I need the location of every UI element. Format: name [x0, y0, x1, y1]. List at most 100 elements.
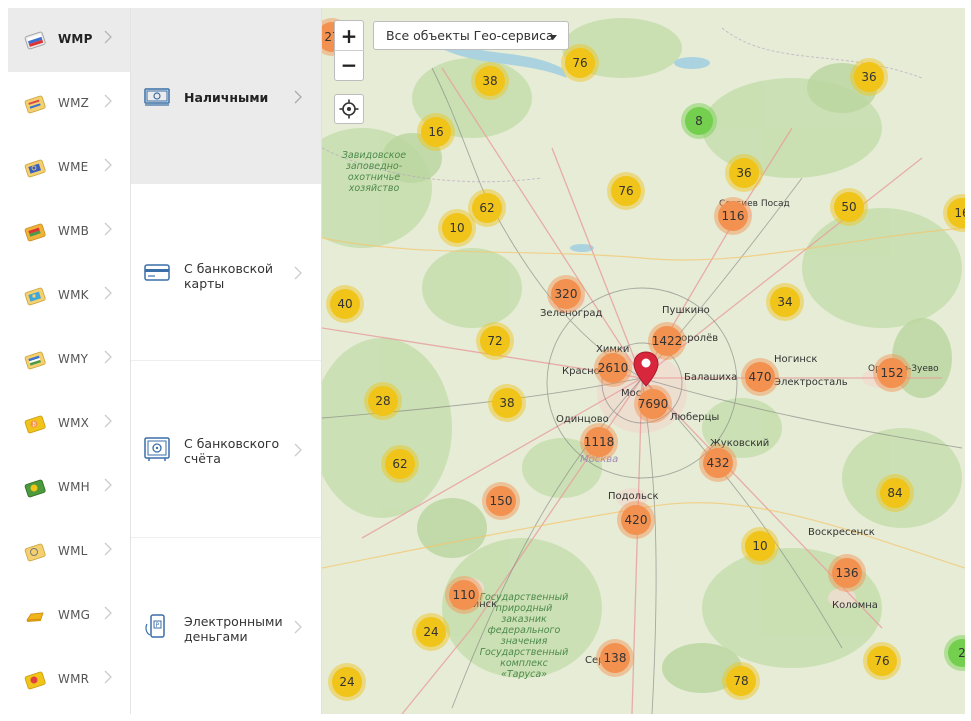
map-label: Люберцы — [670, 412, 720, 423]
currency-item-wme[interactable]: WME — [8, 136, 130, 200]
currency-item-wmr[interactable]: WMR — [8, 648, 130, 712]
chevron-right-icon — [294, 266, 302, 280]
method-item-bank-account[interactable]: С банковского счёта — [131, 361, 321, 537]
method-label: С банковской карты — [184, 261, 274, 291]
currency-item-wmb[interactable]: WMB — [8, 200, 130, 264]
wmp-wallet-icon — [24, 31, 46, 50]
cluster-marker[interactable]: 110 — [449, 580, 479, 610]
cluster-marker[interactable]: 2610 — [598, 353, 628, 383]
wmy-wallet-icon — [24, 351, 46, 370]
wmh-wallet-icon — [24, 479, 46, 498]
method-label: С банковского счёта — [184, 436, 280, 466]
cluster-marker[interactable]: 320 — [551, 279, 581, 309]
chevron-right-icon — [104, 286, 112, 300]
cluster-marker[interactable]: 24 — [416, 617, 446, 647]
chevron-right-icon — [104, 158, 112, 172]
map-label: Коломна — [832, 600, 878, 611]
chevron-right-icon — [104, 670, 112, 684]
chevron-right-icon — [104, 350, 112, 364]
cluster-marker[interactable]: 76 — [867, 646, 897, 676]
map-label: Подольск — [608, 491, 659, 502]
currency-item-wmy[interactable]: WMY — [8, 328, 130, 392]
nature-reserve-label: Государственный природный заказник федер… — [479, 592, 569, 680]
currency-item-wmh[interactable]: WMH — [8, 456, 130, 520]
cluster-marker[interactable]: 38 — [475, 66, 505, 96]
payment-method-list: Наличными С банковской карты С банковско… — [131, 8, 322, 714]
cluster-marker[interactable]: 62 — [385, 449, 415, 479]
cluster-marker[interactable]: 38 — [492, 388, 522, 418]
geo-map[interactable]: Зеленоград Пушкино Химки Красно Мос Бала… — [322, 8, 965, 714]
cluster-marker[interactable]: 136 — [832, 558, 862, 588]
currency-label: WME — [58, 160, 89, 174]
currency-list: WMP WMZ WME WMB WMK WMY ₿ WMX WMH WML WM… — [8, 8, 131, 714]
currency-label: WML — [58, 544, 88, 558]
currency-label: WMX — [58, 416, 90, 430]
currency-item-wmz[interactable]: WMZ — [8, 72, 130, 136]
cluster-marker[interactable]: 470 — [745, 362, 775, 392]
cluster-marker[interactable]: 116 — [718, 201, 748, 231]
currency-label: WMY — [58, 352, 89, 366]
cluster-marker[interactable]: 24 — [332, 667, 362, 697]
cluster-marker[interactable]: 36 — [729, 158, 759, 188]
cluster-marker[interactable]: 50 — [834, 192, 864, 222]
phone-wallet-icon: P — [145, 614, 165, 638]
cluster-marker[interactable]: 150 — [486, 486, 516, 516]
currency-item-wmx[interactable]: ₿ WMX — [8, 392, 130, 456]
chevron-right-icon — [104, 542, 112, 556]
zoom-control: + − — [334, 20, 364, 81]
cluster-marker[interactable]: 62 — [472, 193, 502, 223]
cluster-marker[interactable]: 76 — [611, 176, 641, 206]
cluster-marker[interactable]: 28 — [368, 386, 398, 416]
method-item-e-money[interactable]: P Электронными деньгами — [131, 538, 321, 714]
wmk-wallet-icon — [24, 287, 46, 306]
cluster-marker[interactable]: 420 — [621, 505, 651, 535]
cluster-marker[interactable]: 78 — [726, 666, 756, 696]
method-item-cash[interactable]: Наличными — [131, 8, 321, 184]
cluster-marker[interactable]: 432 — [703, 448, 733, 478]
wmb-wallet-icon — [24, 223, 46, 242]
method-label: Наличными — [184, 90, 269, 105]
cluster-marker[interactable]: 76 — [565, 48, 595, 78]
object-filter-dropdown[interactable]: Все объекты Гео-сервиса — [373, 21, 569, 50]
location-pin-icon[interactable] — [633, 351, 659, 387]
map-label: Электросталь — [774, 377, 848, 388]
wmz-wallet-icon — [24, 95, 46, 114]
currency-item-wmk[interactable]: WMK — [8, 264, 130, 328]
map-label: Воскресенск — [808, 527, 875, 538]
caret-down-icon — [549, 35, 557, 40]
cluster-marker[interactable]: 10 — [745, 531, 775, 561]
zoom-out-button[interactable]: − — [334, 51, 364, 80]
cluster-marker[interactable]: 84 — [880, 478, 910, 508]
cluster-marker[interactable]: 138 — [600, 643, 630, 673]
currency-item-wmg[interactable]: WMG — [8, 584, 130, 648]
crosshair-icon — [339, 99, 359, 119]
map-label: Ногинск — [774, 354, 818, 365]
cluster-marker[interactable]: 40 — [330, 289, 360, 319]
cluster-marker[interactable]: 8 — [685, 107, 713, 135]
zoom-in-button[interactable]: + — [334, 21, 364, 50]
bank-safe-icon — [144, 437, 170, 461]
reserve-label: Завидовское заповедно-охотничье хозяйств… — [341, 150, 407, 194]
currency-item-wml[interactable]: WML — [8, 520, 130, 584]
cluster-marker[interactable]: 36 — [854, 62, 884, 92]
currency-item-wmp[interactable]: WMP — [8, 8, 130, 72]
map-label: Балашиха — [684, 372, 738, 383]
cluster-marker[interactable]: 1118 — [584, 427, 614, 457]
cluster-marker[interactable]: 72 — [480, 326, 510, 356]
chevron-right-icon — [104, 30, 112, 44]
chevron-right-icon — [104, 414, 112, 428]
currency-label: WMP — [58, 32, 93, 46]
method-item-bank-card[interactable]: С банковской карты — [131, 184, 321, 360]
cluster-marker[interactable]: 34 — [770, 287, 800, 317]
cluster-marker[interactable]: 16 — [421, 117, 451, 147]
cluster-marker[interactable]: 10 — [442, 213, 472, 243]
currency-label: WMZ — [58, 96, 90, 110]
svg-text:P: P — [156, 622, 160, 629]
cluster-marker[interactable]: 152 — [877, 358, 907, 388]
chevron-right-icon — [294, 443, 302, 457]
map-label: Красно — [562, 366, 600, 377]
currency-label: WMB — [58, 224, 90, 238]
map-label: Пушкино — [662, 305, 710, 316]
cluster-marker[interactable]: 7690 — [638, 389, 668, 419]
geolocate-button[interactable] — [334, 94, 364, 124]
